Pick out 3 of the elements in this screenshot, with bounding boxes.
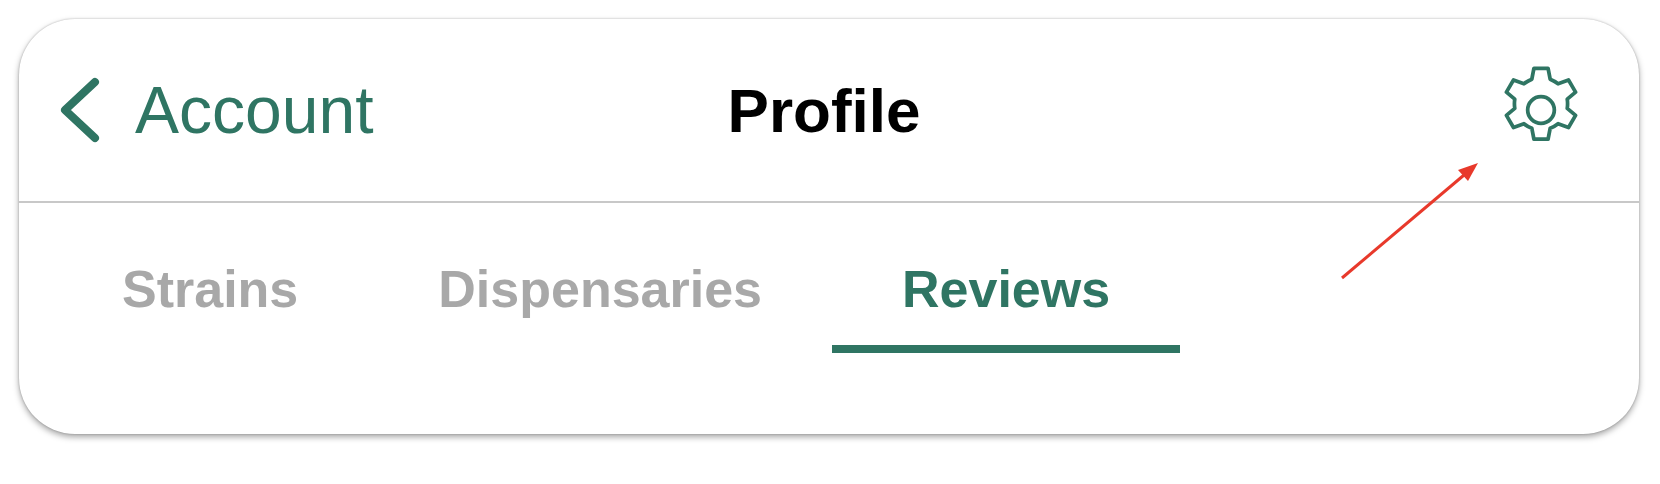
back-button[interactable]: Account xyxy=(57,72,374,148)
tab[interactable]: Reviews xyxy=(832,259,1181,353)
page-title: Profile xyxy=(727,74,921,146)
